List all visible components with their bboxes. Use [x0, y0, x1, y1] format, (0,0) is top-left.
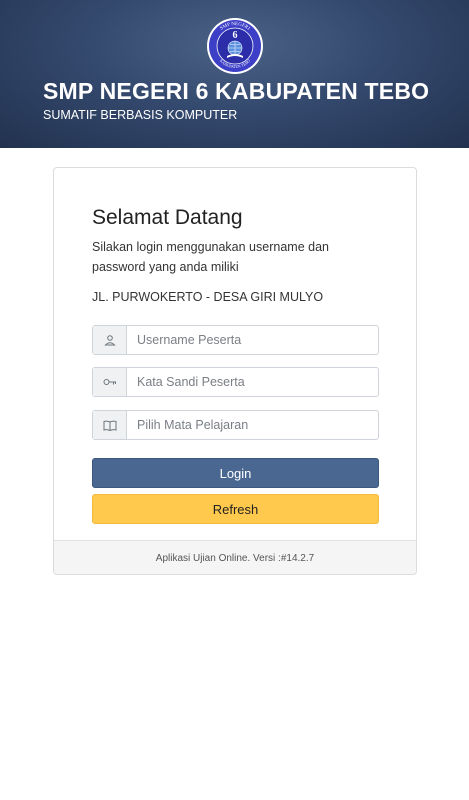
key-icon — [93, 368, 127, 396]
refresh-button[interactable]: Refresh — [92, 494, 379, 524]
username-input[interactable] — [127, 326, 378, 354]
school-address: JL. PURWOKERTO - DESA GIRI MULYO — [92, 290, 324, 304]
login-card: Selamat Datang Silakan login menggunakan… — [53, 167, 417, 575]
login-button[interactable]: Login — [92, 458, 379, 488]
subject-field — [92, 410, 379, 440]
card-footer: Aplikasi Ujian Online. Versi :#14.2.7 — [54, 540, 416, 574]
school-logo: SMP NEGERI KABUPATEN TEBO 6 — [207, 18, 263, 74]
user-icon — [93, 326, 127, 354]
subject-select[interactable] — [127, 411, 378, 439]
login-instructions: Silakan login menggunakan username dan p… — [92, 240, 329, 274]
header-subtitle: SUMATIF BERBASIS KOMPUTER — [43, 108, 238, 122]
username-field — [92, 325, 379, 355]
header-banner: SMP NEGERI KABUPATEN TEBO 6 SMP NEGERI 6… — [0, 0, 469, 148]
welcome-heading: Selamat Datang — [92, 206, 243, 229]
version-text: Aplikasi Ujian Online. Versi :#14.2.7 — [155, 553, 315, 564]
book-icon — [93, 411, 127, 439]
password-field — [92, 367, 379, 397]
school-name: SMP NEGERI 6 KABUPATEN TEBO — [43, 78, 430, 104]
logo-number: 6 — [233, 30, 238, 41]
password-input[interactable] — [127, 368, 378, 396]
